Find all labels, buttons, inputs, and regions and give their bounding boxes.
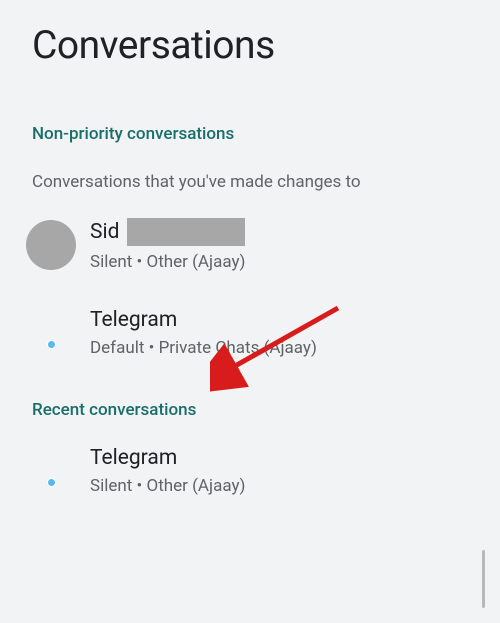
section-header-non-priority: Non-priority conversations [0, 68, 500, 144]
conversation-title: Telegram [90, 446, 245, 470]
conversation-subtitle: Silent • Other (Ajaay) [90, 476, 245, 496]
conversation-subtitle: Silent • Other (Ajaay) [90, 252, 245, 272]
status-dot-icon [47, 340, 56, 349]
conversation-item-sid[interactable]: Sid Silent • Other (Ajaay) [0, 192, 500, 272]
conversation-title: Sid [90, 220, 119, 244]
section-header-recent: Recent conversations [0, 358, 500, 420]
redacted-block [127, 218, 245, 246]
conversation-subtitle: Default • Private Chats (Ajaay) [90, 338, 317, 358]
conversation-item-telegram[interactable]: Telegram Default • Private Chats (Ajaay) [0, 272, 500, 358]
scrollbar[interactable] [482, 550, 485, 608]
page-title: Conversations [0, 0, 500, 68]
conversation-item-telegram-recent[interactable]: Telegram Silent • Other (Ajaay) [0, 420, 500, 496]
conversation-title: Telegram [90, 308, 317, 332]
avatar [26, 220, 76, 270]
status-dot-icon [47, 478, 56, 487]
section-description: Conversations that you've made changes t… [0, 144, 500, 192]
